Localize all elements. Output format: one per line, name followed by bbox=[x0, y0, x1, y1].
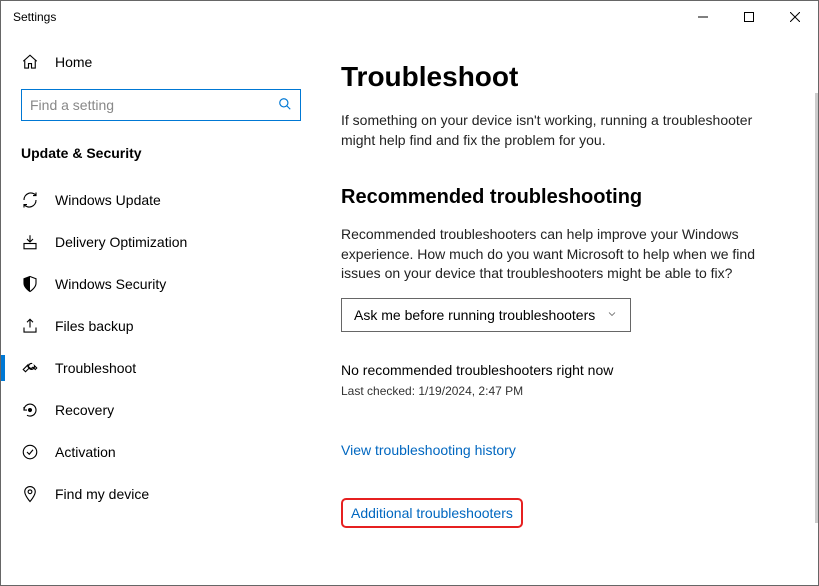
check-circle-icon bbox=[21, 443, 39, 461]
sidebar-item-label: Files backup bbox=[55, 318, 134, 334]
search-box[interactable] bbox=[21, 89, 301, 121]
intro-text: If something on your device isn't workin… bbox=[341, 111, 781, 150]
sidebar-item-activation[interactable]: Activation bbox=[1, 431, 321, 473]
search-input[interactable] bbox=[30, 97, 278, 113]
search-icon bbox=[278, 97, 292, 114]
sidebar-item-label: Recovery bbox=[55, 402, 114, 418]
delivery-icon bbox=[21, 233, 39, 251]
location-icon bbox=[21, 485, 39, 503]
sync-icon bbox=[21, 191, 39, 209]
close-button[interactable] bbox=[772, 1, 818, 33]
home-label: Home bbox=[55, 54, 92, 70]
home-nav[interactable]: Home bbox=[1, 43, 321, 81]
sidebar-item-label: Delivery Optimization bbox=[55, 234, 187, 250]
sidebar-item-label: Troubleshoot bbox=[55, 360, 136, 376]
close-icon bbox=[790, 12, 800, 22]
chevron-down-icon bbox=[606, 307, 618, 323]
sidebar-item-recovery[interactable]: Recovery bbox=[1, 389, 321, 431]
scrollbar[interactable] bbox=[815, 93, 818, 523]
last-checked-text: Last checked: 1/19/2024, 2:47 PM bbox=[341, 384, 788, 398]
maximize-button[interactable] bbox=[726, 1, 772, 33]
wrench-icon bbox=[21, 359, 39, 377]
main-content: Troubleshoot If something on your device… bbox=[321, 33, 818, 585]
sidebar-item-delivery-optimization[interactable]: Delivery Optimization bbox=[1, 221, 321, 263]
sidebar-item-troubleshoot[interactable]: Troubleshoot bbox=[1, 347, 321, 389]
sidebar-item-windows-update[interactable]: Windows Update bbox=[1, 179, 321, 221]
recommended-description: Recommended troubleshooters can help imp… bbox=[341, 225, 781, 284]
sidebar-item-label: Activation bbox=[55, 444, 116, 460]
settings-window: Settings Home bbox=[0, 0, 819, 586]
recommended-heading: Recommended troubleshooting bbox=[341, 186, 788, 209]
shield-icon bbox=[21, 275, 39, 293]
minimize-button[interactable] bbox=[680, 1, 726, 33]
window-title: Settings bbox=[13, 10, 56, 24]
maximize-icon bbox=[744, 12, 754, 22]
sidebar-item-label: Windows Update bbox=[55, 192, 161, 208]
dropdown-value: Ask me before running troubleshooters bbox=[354, 307, 595, 323]
additional-troubleshooters-link[interactable]: Additional troubleshooters bbox=[351, 505, 513, 521]
sidebar-item-find-my-device[interactable]: Find my device bbox=[1, 473, 321, 515]
view-history-link[interactable]: View troubleshooting history bbox=[341, 442, 516, 458]
no-recommended-text: No recommended troubleshooters right now bbox=[341, 362, 788, 378]
minimize-icon bbox=[698, 12, 708, 22]
home-icon bbox=[21, 53, 39, 71]
sidebar-item-windows-security[interactable]: Windows Security bbox=[1, 263, 321, 305]
window-body: Home Update & Security Windows Update bbox=[1, 33, 818, 585]
sidebar-nav: Windows Update Delivery Optimization Win… bbox=[1, 173, 321, 515]
recovery-icon bbox=[21, 401, 39, 419]
sidebar-item-files-backup[interactable]: Files backup bbox=[1, 305, 321, 347]
sidebar-item-label: Find my device bbox=[55, 486, 149, 502]
sidebar-section-title: Update & Security bbox=[1, 135, 321, 173]
troubleshoot-preference-dropdown[interactable]: Ask me before running troubleshooters bbox=[341, 298, 631, 332]
backup-icon bbox=[21, 317, 39, 335]
highlight-callout: Additional troubleshooters bbox=[341, 498, 523, 528]
window-controls bbox=[680, 1, 818, 33]
sidebar: Home Update & Security Windows Update bbox=[1, 33, 321, 585]
sidebar-item-label: Windows Security bbox=[55, 276, 166, 292]
titlebar: Settings bbox=[1, 1, 818, 33]
search-container bbox=[1, 81, 321, 135]
page-heading: Troubleshoot bbox=[341, 61, 788, 93]
